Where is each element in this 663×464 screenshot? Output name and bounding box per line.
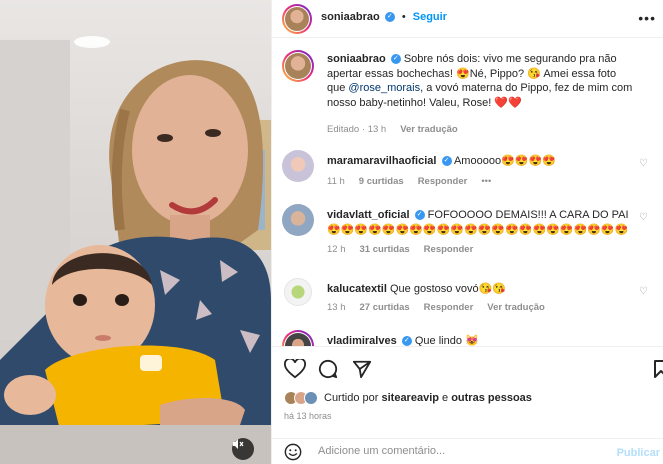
author-avatar[interactable] bbox=[282, 4, 312, 34]
verified-icon: ✓ bbox=[401, 336, 412, 346]
post-photo[interactable] bbox=[0, 0, 271, 464]
liked-by-and: e bbox=[438, 392, 452, 404]
comment-username[interactable]: vladimiralves bbox=[327, 335, 397, 346]
comment-age: 12 h bbox=[327, 244, 346, 255]
comment-body: Que lindo 😻 bbox=[414, 335, 479, 346]
comments-list[interactable]: soniaabrao ✓ Sobre nós dois: vivo me seg… bbox=[272, 38, 663, 346]
translate-link[interactable]: Ver tradução bbox=[487, 302, 545, 313]
comment-like-icon[interactable]: ♡ bbox=[639, 158, 648, 169]
photo-illustration bbox=[0, 36, 271, 464]
comment-likes[interactable]: 31 curtidas bbox=[360, 244, 410, 255]
verified-icon: ✓ bbox=[441, 156, 452, 167]
caption-avatar[interactable] bbox=[282, 50, 314, 82]
caption-edited: Editado bbox=[327, 124, 360, 135]
separator-dot: • bbox=[401, 11, 406, 23]
comment-item: vidavlatt_oficial ✓ FOFOOOOO DEMAIS!!! A… bbox=[272, 204, 663, 262]
liked-by-text: Curtido por siteareavip e outras pessoas bbox=[324, 392, 532, 404]
comment-avatar[interactable] bbox=[282, 150, 314, 182]
comment-text: vladimiralves ✓ Que lindo 😻 bbox=[327, 334, 634, 346]
comment-item: maramaravilhaoficial ✓ Amooooo😍😍😍😍 11 h … bbox=[272, 150, 663, 190]
comment-age: 11 h bbox=[327, 176, 345, 187]
comment-body: Amooooo😍😍😍😍 bbox=[453, 155, 556, 167]
comment-icon[interactable] bbox=[318, 359, 338, 379]
comment-avatar[interactable] bbox=[282, 204, 314, 236]
comment-like-icon[interactable]: ♡ bbox=[639, 286, 648, 297]
liker-avatar bbox=[304, 391, 318, 405]
comment-age: 13 h bbox=[327, 302, 346, 313]
comment-meta: 11 h 9 curtidas Responder ••• bbox=[327, 176, 491, 187]
caption: soniaabrao ✓ Sobre nós dois: vivo me seg… bbox=[272, 50, 663, 150]
liked-by-prefix: Curtido por bbox=[324, 392, 382, 404]
mute-icon[interactable] bbox=[232, 438, 254, 460]
caption-username[interactable]: soniaabrao bbox=[327, 53, 386, 65]
caption-age: 13 h bbox=[367, 124, 387, 135]
comment-text: vidavlatt_oficial ✓ FOFOOOOO DEMAIS!!! A… bbox=[327, 208, 634, 237]
comment-input[interactable] bbox=[318, 445, 598, 457]
comment-more-icon[interactable]: ••• bbox=[481, 176, 491, 187]
liked-by-user[interactable]: siteareavip bbox=[381, 392, 438, 404]
verified-icon: ✓ bbox=[390, 54, 401, 65]
caption-mention[interactable]: @rose_morais bbox=[348, 82, 420, 94]
comment-avatar[interactable] bbox=[282, 330, 314, 346]
liked-by-others[interactable]: outras pessoas bbox=[451, 392, 532, 404]
author-username[interactable]: soniaabrao bbox=[321, 11, 380, 23]
comment-username[interactable]: vidavlatt_oficial bbox=[327, 209, 410, 221]
comment-meta: 12 h 31 curtidas Responder bbox=[327, 244, 473, 255]
translate-link[interactable]: Ver tradução bbox=[400, 124, 458, 135]
publish-button[interactable]: Publicar bbox=[617, 447, 660, 459]
comment-likes[interactable]: 9 curtidas bbox=[359, 176, 404, 187]
comment-item: vladimiralves ✓ Que lindo 😻 bbox=[272, 330, 663, 346]
comment-body: Que gostoso vovó😘😘 bbox=[389, 283, 507, 295]
reply-button[interactable]: Responder bbox=[418, 176, 468, 187]
comment-text: kalucatextil Que gostoso vovó😘😘 bbox=[327, 282, 634, 297]
comment-like-icon[interactable]: ♡ bbox=[639, 212, 648, 223]
liked-by: Curtido por siteareavip e outras pessoas bbox=[284, 391, 532, 405]
bookmark-icon[interactable] bbox=[653, 359, 663, 379]
comment-meta: 13 h 27 curtidas Responder Ver tradução bbox=[327, 302, 545, 313]
comment-item: kalucatextil Que gostoso vovó😘😘 13 h 27 … bbox=[272, 278, 663, 318]
more-options-icon[interactable]: ••• bbox=[638, 10, 656, 26]
heart-icon[interactable] bbox=[284, 359, 306, 379]
verified-icon: ✓ bbox=[384, 12, 395, 23]
reply-button[interactable]: Responder bbox=[424, 244, 474, 255]
comment-text: maramaravilhaoficial ✓ Amooooo😍😍😍😍 bbox=[327, 154, 634, 169]
post-time: há 13 horas bbox=[284, 411, 332, 421]
post-sidebar: soniaabrao ✓ • Seguir ••• soniaabrao ✓ S… bbox=[271, 0, 663, 464]
add-comment-bar: Publicar bbox=[272, 438, 663, 464]
comment-username[interactable]: kalucatextil bbox=[327, 283, 387, 295]
action-bar: Curtido por siteareavip e outras pessoas… bbox=[272, 346, 663, 438]
emoji-icon[interactable] bbox=[284, 443, 302, 461]
caption-meta: Editado · 13 h Ver tradução bbox=[327, 124, 458, 135]
caption-text: soniaabrao ✓ Sobre nós dois: vivo me seg… bbox=[327, 52, 634, 110]
reply-button[interactable]: Responder bbox=[424, 302, 474, 313]
post-header: soniaabrao ✓ • Seguir ••• bbox=[272, 0, 663, 38]
comment-likes[interactable]: 27 curtidas bbox=[360, 302, 410, 313]
share-icon[interactable] bbox=[352, 359, 372, 379]
follow-button[interactable]: Seguir bbox=[413, 11, 447, 23]
comment-username[interactable]: maramaravilhaoficial bbox=[327, 155, 436, 167]
comment-avatar[interactable] bbox=[284, 278, 312, 306]
verified-icon: ✓ bbox=[414, 210, 425, 221]
